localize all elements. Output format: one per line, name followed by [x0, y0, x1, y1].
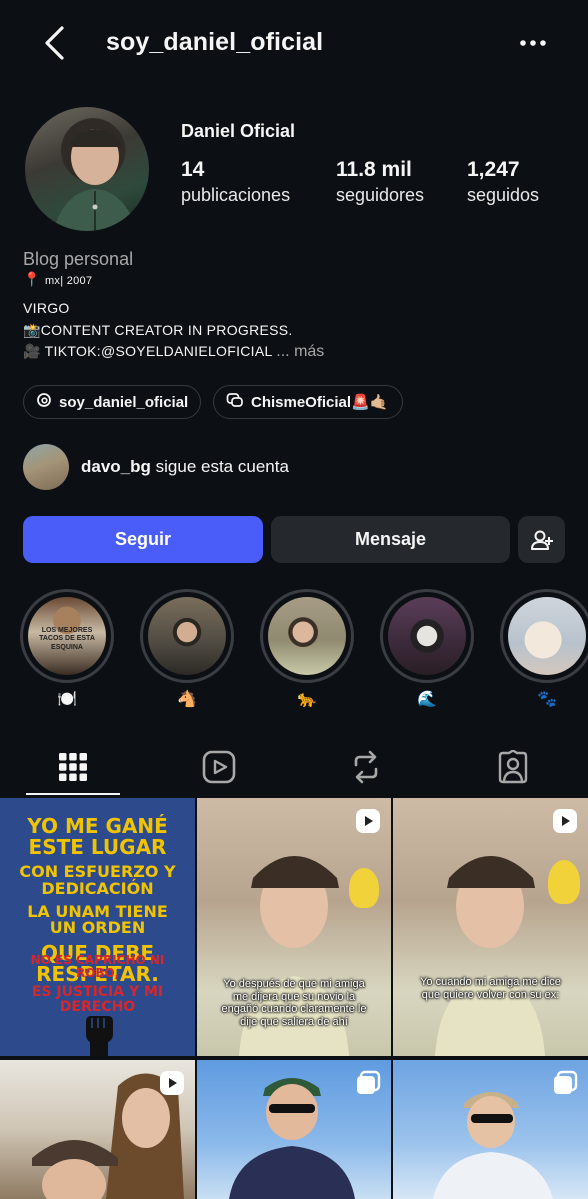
suggest-people-button[interactable] [518, 516, 565, 563]
story-highlight[interactable]: LOS MEJORES TACOS DE ESTA ESQUINA 🍽️ [20, 589, 114, 709]
highlight-ring [380, 589, 474, 683]
highlight-cover: LOS MEJORES TACOS DE ESTA ESQUINA [28, 597, 106, 675]
highlight-cover [388, 597, 466, 675]
bio-creator-text: CONTENT CREATOR IN PROGRESS. [40, 322, 293, 338]
poster-line: YO ME GANÉ ESTE LUGAR [27, 814, 168, 859]
bio-line-tiktok: 🎥 TIKTOK:@SOYELDANIELOFICIAL ... más [23, 343, 324, 361]
profile-avatar[interactable] [23, 105, 151, 233]
stat-label: publicaciones [181, 185, 291, 205]
grid-icon [59, 753, 87, 781]
bio-line-location: 📍 mx| 2007 [23, 271, 92, 288]
highlight-ring [260, 589, 354, 683]
carousel-icon [355, 1070, 381, 1096]
tab-posts[interactable] [26, 741, 120, 793]
shelf-toy [349, 868, 379, 908]
mutual-follower-text: davo_bg sigue esta cuenta [81, 457, 289, 477]
bio-tiktok-text: TIKTOK:@SOYELDANIELOFICIAL [44, 343, 273, 359]
following-count[interactable]: 1,247 seguidos [467, 158, 539, 206]
story-highlight[interactable]: 🌊 [380, 589, 474, 709]
camera-icon: 📸 [23, 322, 41, 338]
followers-count[interactable]: 11.8 mil seguidores [336, 158, 424, 206]
channel-icon [226, 392, 244, 412]
reels-icon [202, 750, 236, 784]
back-icon[interactable] [38, 24, 74, 62]
channel-chip[interactable]: ChismeOficial🚨🤙🏼 [213, 385, 403, 419]
poster-line: CON ESFUERZO Y DEDICACIÓN [19, 862, 176, 898]
active-tab-indicator [26, 793, 120, 795]
posts-count[interactable]: 14 publicaciones [181, 158, 290, 206]
highlight-cover [508, 597, 586, 675]
raised-fist-icon [78, 1008, 118, 1056]
tab-reels[interactable] [172, 741, 266, 793]
highlight-cover [148, 597, 226, 675]
stat-label: seguidores [336, 185, 425, 205]
highlight-label: 🍽️ [57, 691, 77, 708]
profile-category: Blog personal [23, 249, 134, 269]
story-highlight[interactable]: 🐾 [500, 589, 588, 709]
message-button[interactable]: Mensaje [271, 516, 510, 563]
highlight-ring [140, 589, 234, 683]
mutual-follower-suffix: sigue esta cuenta [155, 457, 289, 476]
post-thumbnail[interactable]: Yo cuando mi amiga me dice que quiere vo… [393, 798, 588, 1056]
highlight-label: 🐾 [537, 691, 557, 708]
stat-value: 11.8 mil [336, 158, 412, 181]
display-name: Daniel Oficial [181, 121, 296, 141]
top-bar: soy_daniel_oficial [0, 0, 588, 88]
highlight-label: 🐆 [297, 691, 317, 708]
avatar [23, 444, 69, 490]
post-person [429, 1080, 559, 1199]
post-caption: Yo después de que mi amiga me dijera que… [221, 978, 367, 1028]
mutual-follower[interactable]: davo_bg sigue esta cuenta [23, 444, 289, 490]
post-thumbnail[interactable] [197, 1060, 391, 1199]
highlight-ring: LOS MEJORES TACOS DE ESTA ESQUINA [20, 589, 114, 683]
carousel-icon [552, 1070, 578, 1096]
post-person [435, 826, 545, 1056]
highlight-cover-text: LOS MEJORES TACOS DE ESTA ESQUINA [39, 627, 95, 651]
bio-line-sign: VIRGO [23, 300, 70, 316]
bio-location-text: mx| 2007 [44, 275, 93, 287]
post-person [227, 1068, 357, 1199]
add-person-icon [530, 530, 553, 550]
poster-line: NO ES CAPRICHO NI ROBO, [30, 953, 165, 980]
tab-reposts[interactable] [319, 741, 413, 793]
post-thumbnail[interactable] [393, 1060, 588, 1199]
reel-icon [159, 1070, 185, 1096]
stat-value: 1,247 [467, 158, 520, 181]
chip-label: soy_daniel_oficial [59, 393, 189, 411]
story-highlight[interactable]: 🐴 [140, 589, 234, 709]
reposts-icon [354, 750, 378, 784]
highlight-ring [500, 589, 588, 683]
highlight-label: 🌊 [417, 691, 437, 708]
threads-chip[interactable]: soy_daniel_oficial [23, 385, 201, 419]
bio-more-link[interactable]: ... más [276, 343, 324, 360]
story-highlight[interactable]: 🐆 [260, 589, 354, 709]
post-thumbnail[interactable]: YO ME GANÉ ESTE LUGAR CON ESFUERZO Y DED… [0, 798, 195, 1056]
reel-icon [552, 808, 578, 834]
highlight-label: 🐴 [177, 691, 197, 708]
threads-icon [36, 392, 52, 412]
post-person [24, 1130, 124, 1199]
page-title: soy_daniel_oficial [106, 28, 324, 56]
reel-icon [355, 808, 381, 834]
post-thumbnail[interactable]: Yo después de que mi amiga me dijera que… [197, 798, 391, 1056]
shelf-toy [548, 860, 580, 904]
pin-icon: 📍 [23, 271, 41, 287]
highlight-cover [268, 597, 346, 675]
tagged-icon [498, 750, 528, 784]
bio-line-creator: 📸CONTENT CREATOR IN PROGRESS. [23, 322, 293, 339]
stat-label: seguidos [467, 185, 540, 205]
more-options-icon[interactable] [514, 30, 552, 56]
chip-label: ChismeOficial🚨🤙🏼 [251, 394, 389, 411]
follow-button[interactable]: Seguir [23, 516, 263, 563]
tab-tagged[interactable] [466, 741, 560, 793]
post-caption: Yo cuando mi amiga me dice que quiere vo… [420, 976, 561, 1001]
stat-value: 14 [181, 158, 205, 181]
mutual-follower-name: davo_bg [81, 457, 151, 476]
video-camera-icon: 🎥 [23, 343, 41, 359]
poster-line: LA UNAM TIENE UN ORDEN [27, 901, 168, 938]
post-thumbnail[interactable] [0, 1060, 195, 1199]
